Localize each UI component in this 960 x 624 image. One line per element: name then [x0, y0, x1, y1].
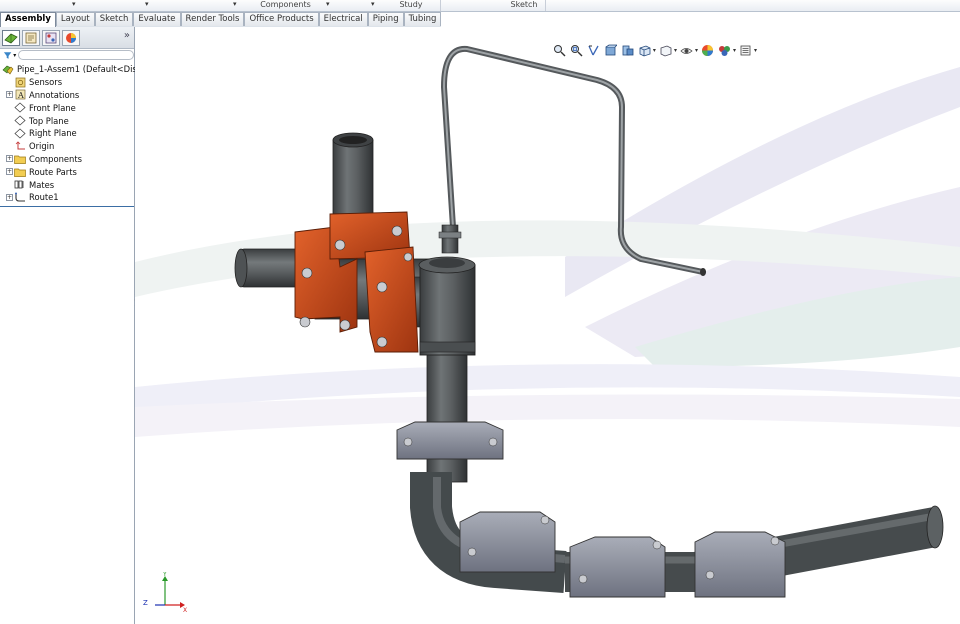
configuration-manager-icon[interactable] — [42, 29, 60, 46]
heads-up-view-toolbar: ▾ ▾ ▾ ▾ ▾ — [553, 43, 760, 57]
ribbon-group-components: Components — [260, 0, 311, 9]
expand-icon[interactable]: + — [6, 91, 13, 99]
hide-show-icon[interactable] — [680, 43, 694, 57]
feature-manager-panel: » ▾ Pipe_1-Assem1 (Default<Displ Sensors… — [0, 27, 144, 624]
chevron-down-icon[interactable]: ▾ — [733, 47, 736, 54]
annotations-icon: A — [14, 89, 26, 100]
view-settings-icon[interactable] — [739, 43, 753, 57]
coordinate-triad: Y X — [155, 572, 187, 612]
tab-office-products[interactable]: Office Products — [244, 12, 319, 26]
ribbon-dropdown-arrow[interactable]: ▾ — [371, 0, 375, 8]
tree-item-label: Right Plane — [29, 128, 77, 139]
zoom-to-fit-icon[interactable] — [553, 43, 567, 57]
vertical-bracket — [396, 421, 504, 460]
ribbon-dropdown-arrow[interactable]: ▾ — [326, 0, 330, 8]
tree-item-root-assembly[interactable]: Pipe_1-Assem1 (Default<Displ — [0, 63, 144, 76]
ribbon-group-study: Study — [399, 0, 423, 9]
ribbon-separator — [545, 0, 546, 11]
ribbon-dropdown-arrow[interactable]: ▾ — [233, 0, 237, 8]
tree-item-mates[interactable]: Mates — [0, 178, 134, 191]
tab-evaluate[interactable]: Evaluate — [133, 12, 181, 26]
property-manager-icon[interactable] — [22, 29, 40, 46]
ribbon: ▾ ▾ ▾ Components ▾ ▾ Study Sketch — [0, 0, 960, 12]
feature-tree: Pipe_1-Assem1 (Default<Displ Sensors + A… — [0, 61, 144, 204]
tree-item-top-plane[interactable]: Top Plane — [0, 114, 134, 127]
ribbon-separator — [440, 0, 441, 11]
tab-layout[interactable]: Layout — [55, 12, 95, 26]
folder-icon — [14, 166, 26, 177]
tree-item-annotations[interactable]: + A Annotations — [0, 89, 134, 102]
route-icon — [14, 192, 26, 203]
expand-icon[interactable]: + — [6, 168, 13, 176]
plane-icon — [14, 102, 26, 113]
chevron-down-icon[interactable]: ▾ — [695, 47, 698, 54]
panel-tabs: » — [0, 27, 134, 49]
expand-icon[interactable]: + — [6, 193, 13, 201]
zoom-area-icon[interactable] — [570, 43, 584, 57]
tree-item-route-parts[interactable]: + Route Parts — [0, 165, 134, 178]
filter-icon[interactable] — [3, 51, 12, 60]
folder-icon — [14, 153, 26, 164]
panel-divider — [0, 206, 134, 207]
view-orientation-icon[interactable] — [638, 43, 652, 57]
model-scene — [135, 45, 960, 598]
tree-item-front-plane[interactable]: Front Plane — [0, 101, 134, 114]
ribbon-group-sketch: Sketch — [510, 0, 538, 9]
plane-icon — [14, 115, 26, 126]
triad-z-label: Z — [143, 599, 148, 607]
tree-item-label: Route1 — [29, 192, 59, 203]
svg-text:A: A — [17, 91, 24, 100]
tab-render-tools[interactable]: Render Tools — [180, 12, 245, 26]
tree-item-label: Annotations — [29, 89, 80, 100]
sensors-icon — [14, 77, 26, 88]
display-manager-icon[interactable] — [62, 29, 80, 46]
feature-manager-icon[interactable] — [2, 29, 20, 46]
section-view-icon[interactable] — [604, 43, 618, 57]
tree-filter-input[interactable] — [18, 50, 134, 60]
tab-electrical[interactable]: Electrical — [318, 12, 368, 26]
chevron-down-icon[interactable]: ▾ — [674, 47, 677, 54]
apply-scene-icon[interactable] — [718, 43, 732, 57]
assembly-icon — [2, 64, 14, 75]
tree-item-label: Components — [29, 153, 82, 164]
ribbon-dropdown-arrow[interactable]: ▾ — [72, 0, 76, 8]
collapse-panel-icon[interactable]: » — [124, 30, 130, 41]
tree-item-label: Mates — [29, 179, 55, 190]
tab-piping[interactable]: Piping — [367, 12, 404, 26]
tree-item-label: Front Plane — [29, 102, 76, 113]
tree-item-label: Origin — [29, 141, 55, 152]
tree-item-components[interactable]: + Components — [0, 153, 134, 166]
tree-item-origin[interactable]: Origin — [0, 140, 134, 153]
tree-item-label: Sensors — [29, 77, 63, 88]
tree-item-sensors[interactable]: Sensors — [0, 76, 134, 89]
tab-sketch[interactable]: Sketch — [94, 12, 134, 26]
ribbon-dropdown-arrow[interactable]: ▾ — [145, 0, 149, 8]
expand-icon[interactable]: + — [6, 155, 13, 163]
chevron-down-icon[interactable]: ▾ — [653, 47, 656, 54]
command-manager-tabs: Assembly Layout Sketch Evaluate Render T… — [0, 12, 442, 27]
tree-item-route1[interactable]: + Route1 — [0, 191, 134, 204]
tab-assembly[interactable]: Assembly — [0, 12, 56, 27]
filter-dropdown-icon[interactable]: ▾ — [13, 52, 16, 59]
tree-item-label: Pipe_1-Assem1 (Default<Displ — [17, 64, 145, 75]
origin-icon — [14, 141, 26, 152]
edit-appearance-icon[interactable] — [701, 43, 715, 57]
tab-tubing[interactable]: Tubing — [403, 12, 442, 26]
tree-item-label: Top Plane — [29, 115, 69, 126]
orange-clamps — [294, 211, 419, 353]
triad-x-label: X — [183, 607, 187, 612]
graphics-viewport[interactable]: ▾ ▾ ▾ ▾ ▾ Y X Z — [135, 27, 960, 624]
plane-icon — [14, 128, 26, 139]
chevron-down-icon[interactable]: ▾ — [754, 47, 757, 54]
triad-y-label: Y — [162, 572, 167, 578]
tree-item-label: Route Parts — [29, 166, 77, 177]
dynamic-annotation-icon[interactable] — [621, 43, 635, 57]
tree-item-right-plane[interactable]: Right Plane — [0, 127, 134, 140]
mates-icon — [14, 179, 26, 190]
display-style-icon[interactable] — [659, 43, 673, 57]
filter-row: ▾ — [0, 49, 134, 61]
previous-view-icon[interactable] — [587, 43, 601, 57]
